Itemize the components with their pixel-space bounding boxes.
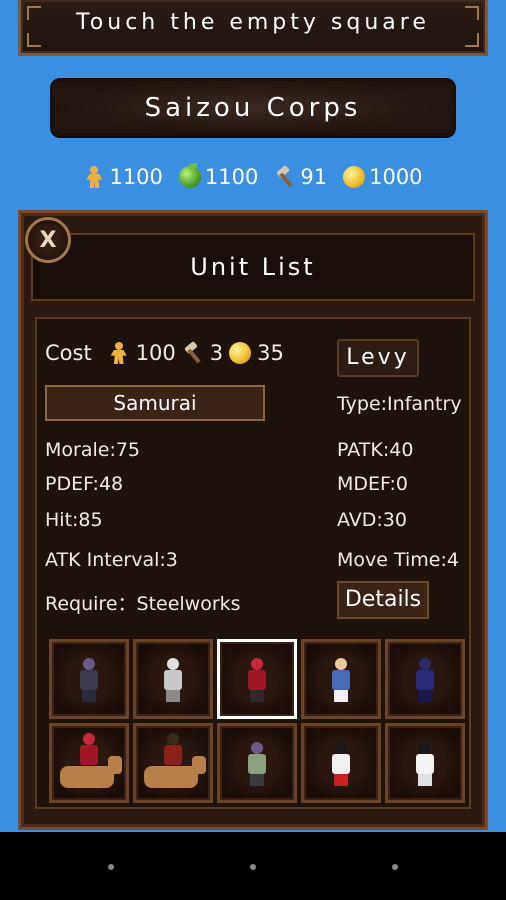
nav-back-dot[interactable] [108,864,114,870]
sprite-legs [334,690,348,702]
unit-slot[interactable] [301,723,381,803]
unit-slot[interactable] [133,639,213,719]
gold-coin-icon [229,342,252,364]
sprite-body [80,745,98,766]
instruction-text: Touch the empty square [76,10,430,35]
panel-title: Unit List [190,253,316,281]
unit-grid [49,639,465,803]
unit-info-area: Cost 100 3 35 Levy Samurai Type:Infantry… [35,317,471,809]
nav-recent-dot[interactable] [392,864,398,870]
nav-home-dot[interactable] [250,864,256,870]
sprite-body [416,670,434,690]
banner-corner-ornament [465,33,479,47]
unit-slot[interactable] [217,723,297,803]
close-icon: X [39,227,57,253]
panel-header: Unit List [31,233,475,301]
sprite-body [332,754,350,774]
instruction-banner: Touch the empty square [18,0,488,56]
sprite-body [332,670,350,690]
sprite-body [248,670,266,690]
sprite-body [248,754,266,774]
details-button[interactable]: Details [337,581,429,619]
ronin-unit-sprite [325,654,357,704]
food-resource: 1100 [178,163,259,189]
sprite-legs [250,774,264,786]
sprite-head [83,658,95,670]
gold-value: 1000 [369,165,423,189]
shrine-maiden-unit-sprite [325,738,357,788]
unit-type: Type:Infantry [337,393,462,415]
unit-slot[interactable] [385,639,465,719]
onmyoji-unit-sprite [409,738,441,788]
corps-name: Saizou Corps [144,93,362,123]
population-resource: 1100 [83,165,163,189]
stat-move-time: Move Time:4 [337,549,459,571]
sprite-head [251,658,263,670]
samurai-unit-sprite [241,654,273,704]
hammer-icon [274,166,296,188]
sprite-head [251,742,263,754]
material-resource: 91 [274,165,327,189]
cost-row: Cost 100 3 35 [45,341,284,365]
population-icon [108,342,130,364]
stat-pdef: PDEF:48 [45,473,124,495]
population-icon [83,166,105,188]
hooded-soldier-unit-sprite [241,738,273,788]
sprite-legs [250,690,264,702]
unit-slot[interactable] [133,723,213,803]
food-icon [178,163,201,188]
unit-slot[interactable] [301,639,381,719]
system-navigation-bar [0,832,506,900]
sprite-head [335,658,347,670]
stat-atk-interval: ATK Interval:3 [45,549,178,571]
stat-morale: Morale:75 [45,439,141,461]
cost-hammer: 3 [209,341,224,365]
sprite-head [419,742,431,754]
cost-population: 100 [135,341,176,365]
close-button[interactable]: X [25,217,71,263]
stat-mdef: MDEF:0 [337,473,408,495]
banner-corner-ornament [27,33,41,47]
scythe-monk-unit-sprite [157,654,189,704]
sprite-legs [166,690,180,702]
sprite-head [419,658,431,670]
material-value: 91 [300,165,328,189]
unit-slot[interactable] [385,723,465,803]
unit-slot[interactable] [49,639,129,719]
cavalry-unit-sprite [73,729,105,779]
sprite-head [167,733,179,746]
stat-avd: AVD:30 [337,509,407,531]
hammer-icon [182,342,204,364]
cost-label: Cost [45,341,92,365]
food-value: 1100 [204,165,259,189]
cost-gold: 35 [257,341,284,365]
unit-name-plate: Samurai [45,385,265,421]
sprite-legs [418,774,432,786]
sprite-head [83,733,95,746]
ninja-unit-sprite [409,654,441,704]
resource-bar: 1100 1100 91 1000 [0,162,506,192]
stat-patk: PATK:40 [337,439,414,461]
corps-name-banner: Saizou Corps [50,78,456,136]
sprite-legs [82,690,96,702]
population-value: 1100 [109,165,163,189]
stat-require: Require：Steelworks [45,593,241,615]
gold-resource: 1000 [343,165,423,189]
mounted-archer-unit-sprite [157,729,189,779]
unit-slot[interactable] [217,639,297,719]
levy-button[interactable]: Levy [337,339,419,377]
stat-hit: Hit:85 [45,509,103,531]
unit-slot[interactable] [49,723,129,803]
sprite-head [167,658,179,670]
sprite-body [416,754,434,774]
spearman-unit-sprite [73,654,105,704]
unit-list-panel: Unit List X Cost 100 3 35 Levy Samurai T… [18,210,488,830]
sprite-legs [334,774,348,786]
sprite-body [164,745,182,766]
sprite-head [335,742,347,754]
sprite-body [80,670,98,690]
sprite-body [164,670,182,690]
gold-coin-icon [343,166,366,188]
sprite-legs [418,690,432,702]
